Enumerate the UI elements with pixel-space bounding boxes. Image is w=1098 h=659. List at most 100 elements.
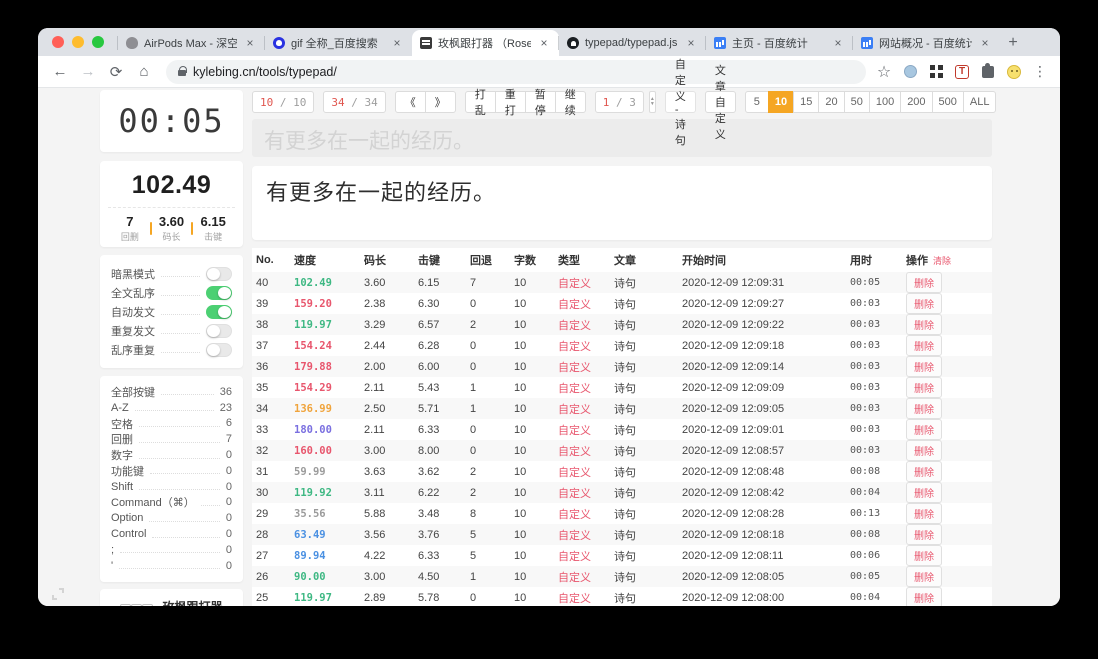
delete-button[interactable]: 删除	[906, 335, 942, 356]
delete-button[interactable]: 删除	[906, 461, 942, 482]
tab-close-icon[interactable]: ×	[831, 36, 845, 50]
article-select[interactable]: 自定义 - 诗句	[664, 59, 696, 147]
cell-backspace: 0	[470, 591, 477, 604]
toggle-switch[interactable]	[206, 323, 232, 338]
cell-words: 10	[514, 402, 527, 415]
toggle-row: 重复发文	[111, 321, 232, 340]
cell-start-time: 2020-12-09 12:09:18	[682, 339, 785, 352]
forward-icon[interactable]: →	[76, 60, 100, 84]
delete-button[interactable]: 删除	[906, 440, 942, 461]
qr-code-extension-icon[interactable]	[929, 65, 943, 78]
cell-backspace: 7	[470, 276, 477, 289]
page-size-ALL[interactable]: ALL	[962, 91, 997, 113]
tab-close-icon[interactable]: ×	[684, 36, 698, 50]
action-button-暂停[interactable]: 暂停	[524, 89, 556, 117]
tab-close-icon[interactable]: ×	[243, 36, 257, 50]
paragraph-nav-group: 《 》	[394, 91, 456, 113]
extension-circle-icon[interactable]	[903, 65, 917, 78]
page-stepper[interactable]: ▲ ▼	[648, 91, 656, 113]
delete-button[interactable]: 删除	[906, 566, 942, 587]
new-tab-button[interactable]: +	[1000, 30, 1026, 56]
action-button-打乱[interactable]: 打乱	[464, 89, 496, 117]
cell-duration: 00:03	[850, 445, 881, 456]
delete-button[interactable]: 删除	[906, 524, 942, 545]
key-counter-value: 0	[225, 512, 232, 525]
delete-button[interactable]: 删除	[906, 503, 942, 524]
custom-article-button[interactable]: 文章自定义	[704, 65, 736, 141]
tampermonkey-extension-icon[interactable]: T	[955, 64, 969, 79]
bookmark-star-icon[interactable]: ☆	[876, 64, 892, 81]
toggle-switch[interactable]	[206, 285, 232, 300]
prev-paragraph-button[interactable]: 《	[394, 91, 426, 113]
table-row: 34 136.99 2.50 5.71 1 10 自定义 诗句 2020-12-09 12:09…	[252, 398, 992, 419]
reload-icon[interactable]: ⟳	[104, 60, 128, 84]
home-icon[interactable]: ⌂	[132, 60, 156, 84]
browser-menu-icon[interactable]: ⋮	[1032, 63, 1048, 80]
delete-button[interactable]: 删除	[906, 356, 942, 377]
back-icon[interactable]: ←	[48, 60, 72, 84]
delete-button[interactable]: 删除	[906, 398, 942, 419]
action-button-group: 打乱 重打 暂停 继续	[464, 89, 586, 117]
toggle-switch[interactable]	[206, 266, 232, 281]
tab-close-icon[interactable]: ×	[978, 36, 992, 50]
browser-tab[interactable]: typepad/typepad.js at ma ×	[558, 30, 706, 56]
sidebar: 00:05 102.49 7 回删 3.60 码长 6.15 击键 暗黑模式 全文乱序 自动发…	[100, 90, 243, 606]
page-size-10[interactable]: 10	[767, 91, 795, 113]
page-size-500[interactable]: 500	[931, 91, 964, 113]
expand-corner-icon[interactable]	[52, 588, 64, 600]
dotted-leader	[120, 552, 220, 554]
table-row: 28 63.49 3.56 3.76 5 10 自定义 诗句 2020-12-09 12:08:…	[252, 524, 992, 545]
extensions-puzzle-icon[interactable]	[982, 62, 994, 78]
url-field[interactable]: kylebing.cn/tools/typepad/	[166, 59, 866, 84]
delete-button[interactable]: 删除	[906, 545, 942, 566]
clear-all-link[interactable]: 清除	[933, 256, 951, 266]
page-size-5[interactable]: 5	[744, 91, 769, 113]
toggle-row: 自动发文	[111, 302, 232, 321]
cell-type: 自定义	[558, 361, 591, 374]
delete-button[interactable]: 删除	[906, 482, 942, 503]
timer-card: 00:05	[100, 90, 243, 152]
delete-button[interactable]: 删除	[906, 377, 942, 398]
column-header: 码长	[360, 248, 414, 272]
page-size-50[interactable]: 50	[843, 91, 870, 113]
page-size-200[interactable]: 200	[900, 91, 933, 113]
delete-button[interactable]: 删除	[906, 314, 942, 335]
page-size-20[interactable]: 20	[818, 91, 845, 113]
chick-extension-icon[interactable]	[1007, 64, 1021, 79]
cell-type: 自定义	[558, 487, 591, 500]
browser-tab[interactable]: gif 全称_百度搜索 ×	[264, 30, 412, 56]
browser-tab[interactable]: 主页 - 百度统计 ×	[705, 30, 853, 56]
browser-tab[interactable]: 网站概况 - 百度统计 ×	[852, 30, 1000, 56]
delete-button[interactable]: 删除	[906, 272, 942, 293]
action-button-继续[interactable]: 继续	[554, 89, 586, 117]
page-size-100[interactable]: 100	[868, 91, 902, 113]
substat-value: 7	[126, 214, 134, 229]
stepper-down-icon[interactable]: ▼	[650, 102, 655, 107]
tab-close-icon[interactable]: ×	[537, 36, 551, 50]
delete-button[interactable]: 删除	[906, 419, 942, 440]
delete-button[interactable]: 删除	[906, 587, 942, 606]
delete-button[interactable]: 删除	[906, 293, 942, 314]
close-window-button[interactable]	[52, 36, 64, 48]
browser-tab[interactable]: AirPods Max - 深空灰色 - ×	[117, 30, 265, 56]
key-counter-row: ; 0	[111, 542, 232, 558]
page-size-pager: 5 10 15 20 50 100 200 500 ALL	[744, 91, 997, 113]
minimize-window-button[interactable]	[72, 36, 84, 48]
zoom-window-button[interactable]	[92, 36, 104, 48]
tab-close-icon[interactable]: ×	[390, 36, 404, 50]
cell-type: 自定义	[558, 382, 591, 395]
key-counter: 34 / 34	[323, 91, 386, 113]
cell-speed: 119.97	[294, 591, 332, 604]
next-paragraph-button[interactable]: 》	[424, 91, 456, 113]
cell-duration: 00:08	[850, 466, 881, 477]
key-counter-label: 回删	[111, 434, 133, 447]
page-size-15[interactable]: 15	[793, 91, 820, 113]
cell-keystroke: 3.76	[418, 528, 440, 541]
action-button-重打[interactable]: 重打	[494, 89, 526, 117]
toggle-switch[interactable]	[206, 342, 232, 357]
browser-tab[interactable]: 玫枫跟打器 （Roseo Mapl ×	[412, 30, 559, 56]
cell-backspace: 0	[470, 360, 477, 373]
toggle-switch[interactable]	[206, 304, 232, 319]
records-tbody: 40 102.49 3.60 6.15 7 10 自定义 诗句 2020-12-09 12:09…	[252, 272, 992, 606]
typing-input[interactable]	[252, 119, 992, 157]
